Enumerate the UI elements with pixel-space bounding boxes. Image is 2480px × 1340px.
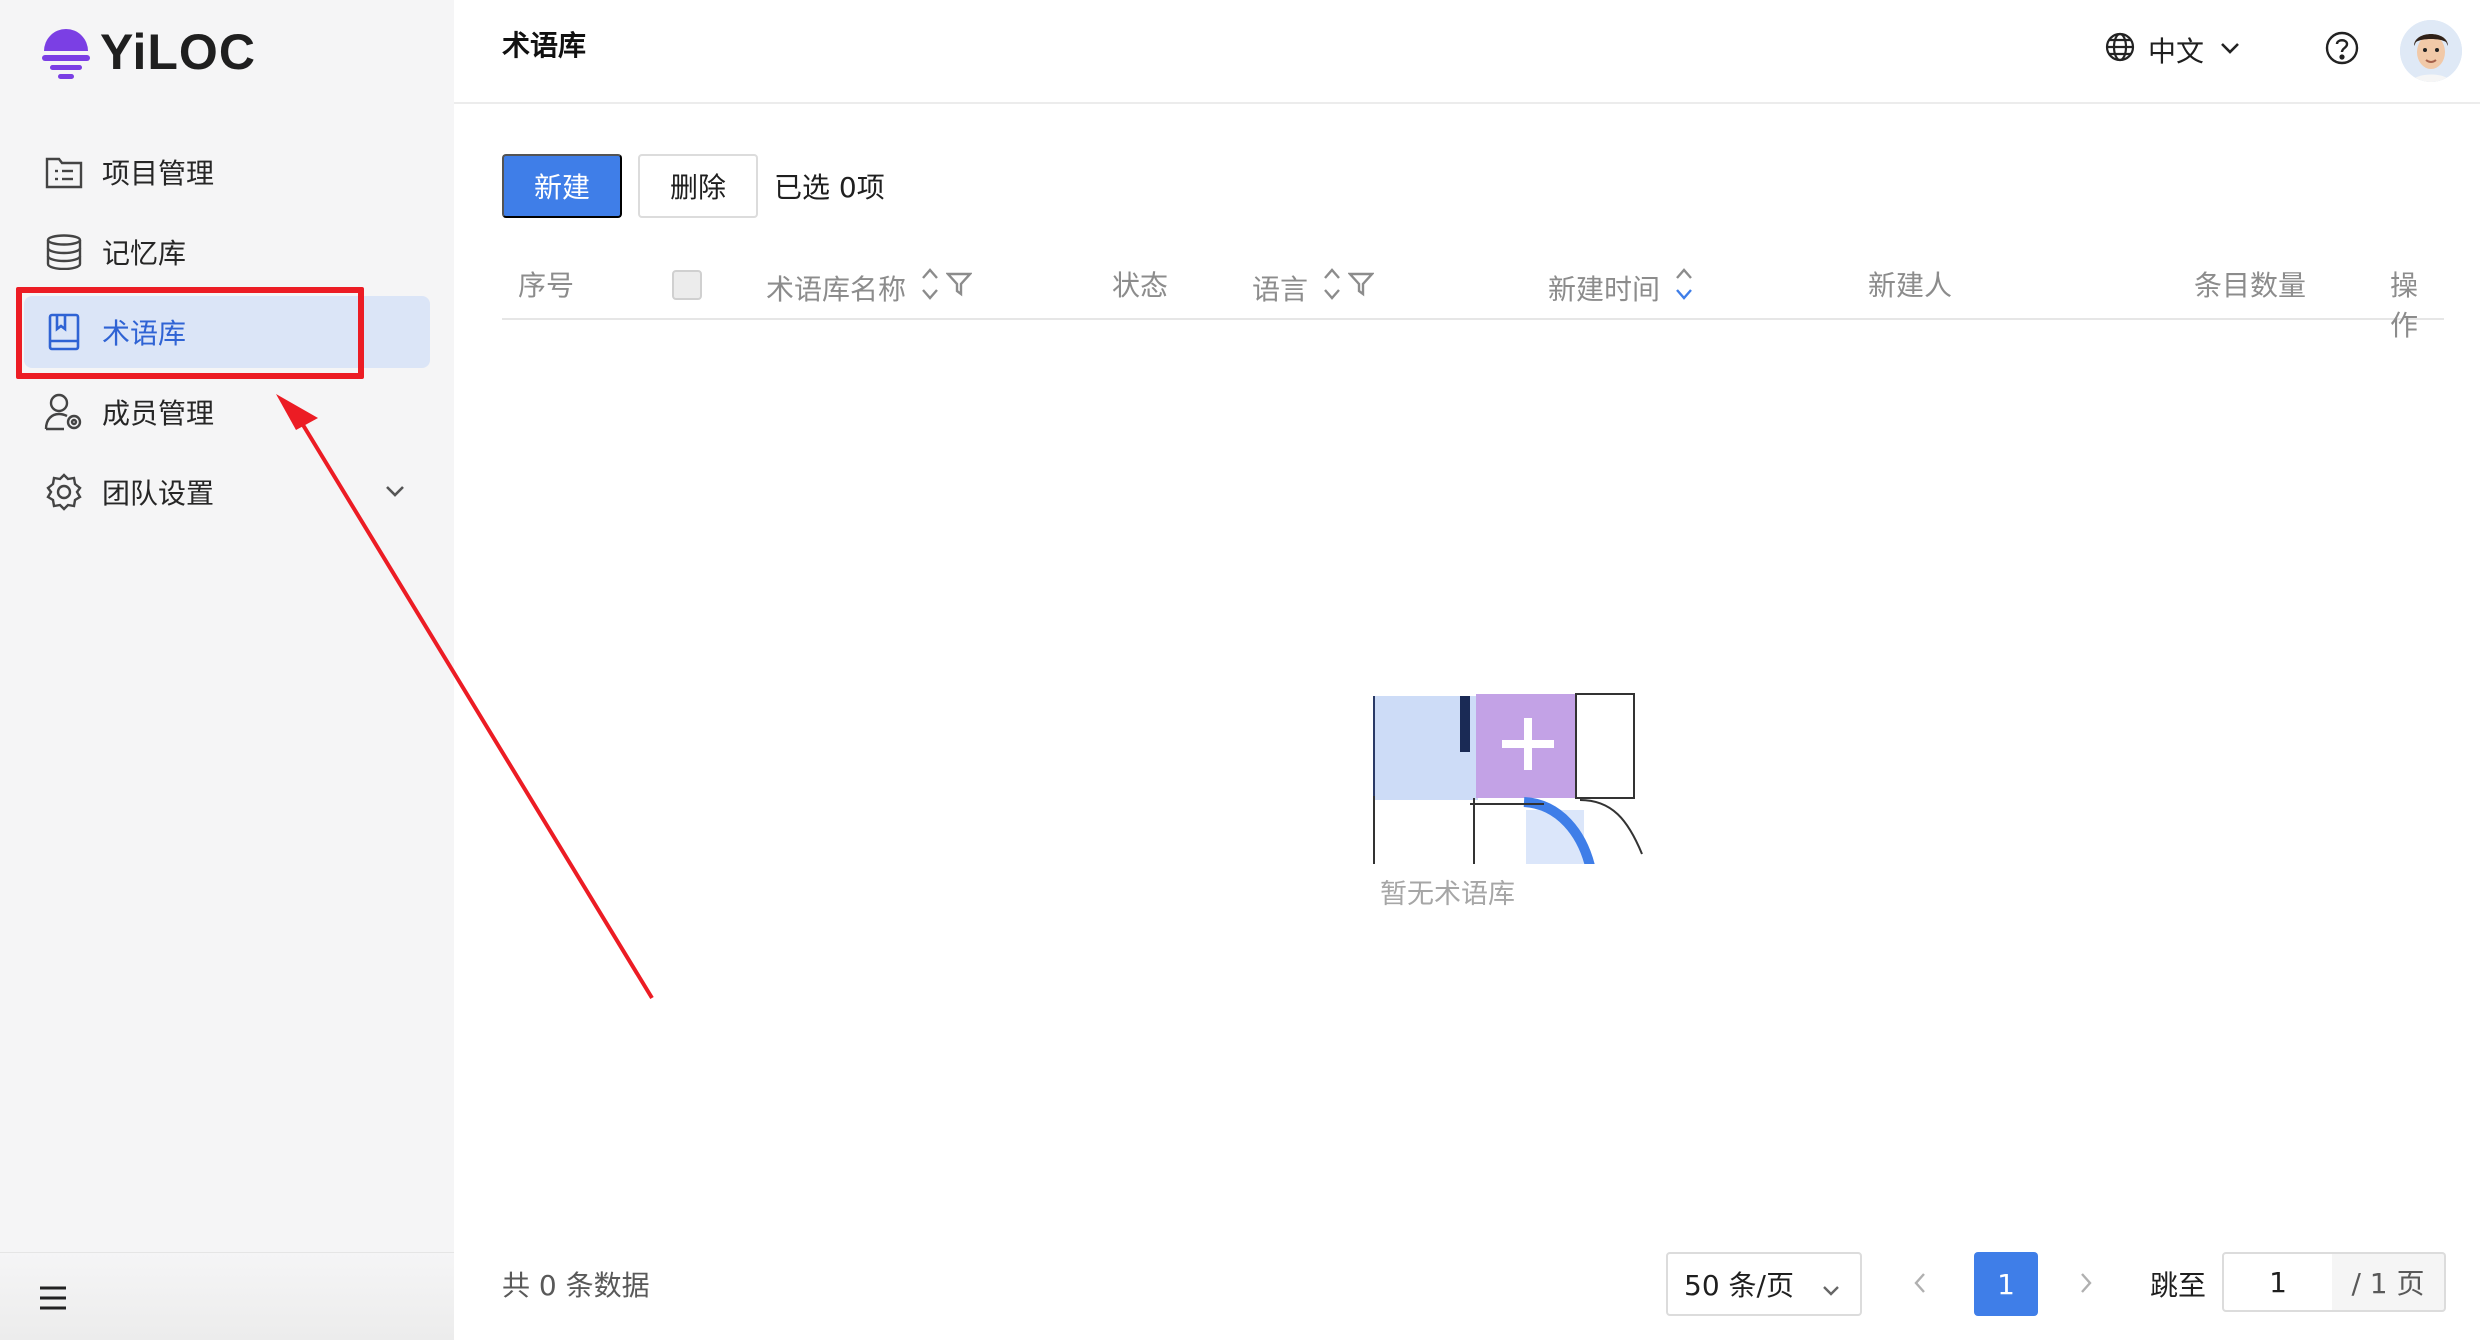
annotation-arrow [276,394,654,1000]
selected-count: 已选 0项 [774,171,885,204]
sidebar-footer [0,1252,454,1340]
column-label: 操作 [2390,269,2419,342]
user-avatar[interactable] [2400,20,2462,82]
column-status: 状态 [1112,264,1168,304]
next-page-button[interactable] [2074,1268,2098,1302]
column-label: 新建时间 [1548,272,1661,306]
column-created-time[interactable]: 新建时间 [1548,264,1694,311]
jump-label: 跳至 [2150,1269,2207,1302]
language-label: 中文 [2148,35,2205,68]
main-content: 新建 删除 已选 0项 序号 术语库名称 状态 语言 新建时间 新建人 条目数量… [454,104,2480,1340]
total-pages: / 1 页 [2332,1252,2446,1312]
filter-icon[interactable] [1347,271,1375,304]
hamburger-icon[interactable] [38,1285,68,1315]
prev-page-button[interactable] [1908,1268,1932,1302]
page-size-value: 50 条/页 [1684,1269,1794,1302]
column-label: 术语库名称 [766,272,907,306]
column-entry-count: 条目数量 [2194,264,2306,304]
column-language[interactable]: 语言 [1252,264,1375,311]
page-size-select[interactable]: 50 条/页 [1666,1252,1862,1316]
column-name[interactable]: 术语库名称 [766,264,973,311]
chevron-down-icon [2218,34,2242,67]
column-label: 条目数量 [2194,269,2307,302]
page-number-current[interactable]: 1 [1974,1252,2038,1316]
column-label: 语言 [1252,272,1309,306]
sort-icon[interactable] [1674,264,1694,311]
column-label: 新建人 [1868,269,1953,302]
column-actions: 操作 [2390,264,2444,344]
filter-icon[interactable] [945,271,973,304]
total-count: 共 0 条数据 [502,1269,650,1302]
column-label: 状态 [1112,269,1169,302]
language-selector[interactable]: 中文 [2104,30,2242,70]
table-header: 序号 术语库名称 状态 语言 新建时间 新建人 条目数量 操作 [502,254,2444,342]
sort-icon[interactable] [1322,264,1342,311]
chevron-down-icon [1820,1276,1842,1309]
empty-state-text: 暂无术语库 [1380,879,1515,910]
column-creator: 新建人 [1868,264,1952,304]
globe-icon [2104,31,2136,70]
sort-icon[interactable] [920,264,940,311]
help-circle-icon[interactable] [2324,30,2360,70]
jump-page-input[interactable] [2222,1252,2334,1312]
top-header: 术语库 中文 [454,0,2480,104]
empty-illustration [1264,584,1684,900]
